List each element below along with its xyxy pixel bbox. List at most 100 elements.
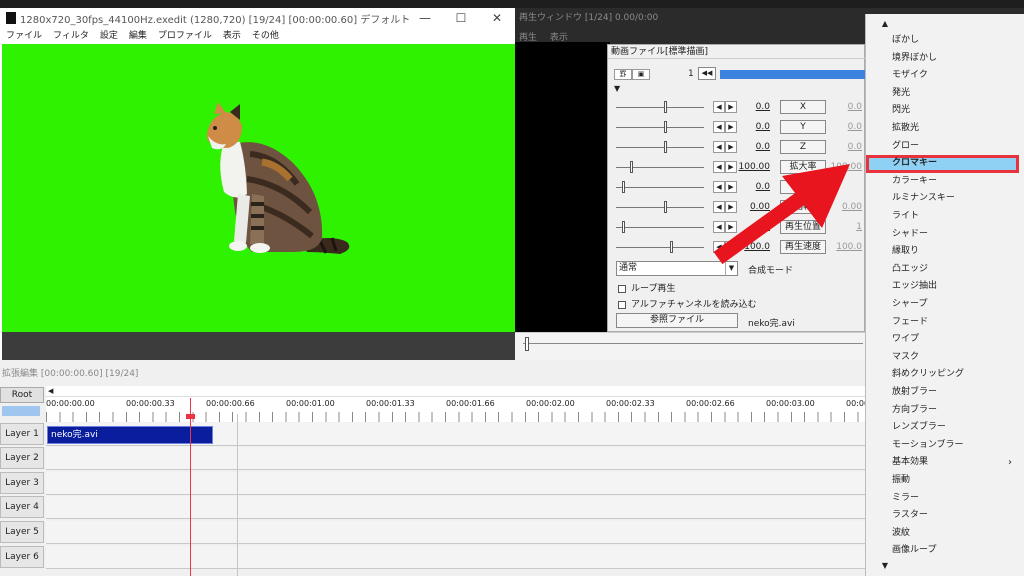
- menu-item-chroma-key[interactable]: クロマキー: [892, 155, 1020, 173]
- layer-track-3[interactable]: [46, 472, 865, 495]
- slider-thumb[interactable]: [622, 181, 625, 193]
- layer-track-6[interactable]: [46, 546, 865, 569]
- layer-track-4[interactable]: [46, 496, 865, 519]
- slider-thumb[interactable]: [622, 221, 625, 233]
- clip-end-line: [237, 414, 238, 576]
- arrow-right-icon[interactable]: ▶: [725, 121, 737, 133]
- param-value[interactable]: 0.0: [738, 102, 770, 112]
- arrow-left-icon[interactable]: ◀: [713, 121, 725, 133]
- frame-number: 1: [688, 69, 694, 79]
- close-button[interactable]: ✕: [479, 8, 515, 28]
- menu-other[interactable]: その他: [252, 28, 279, 43]
- menu-item-shadow[interactable]: シャドー: [892, 226, 1020, 244]
- reference-file-button[interactable]: 参照ファイル: [616, 313, 738, 328]
- menu-item-direction-blur[interactable]: 方向ブラー: [892, 402, 1020, 420]
- menu-item-diagonal-clipping[interactable]: 斜めクリッピング: [892, 366, 1020, 384]
- seek-thumb[interactable]: [525, 337, 529, 351]
- menu-profile[interactable]: プロファイル: [158, 28, 212, 43]
- time-label: 00:00:02.00: [526, 399, 575, 408]
- alpha-checkbox[interactable]: [618, 300, 626, 309]
- menu-item-sharpen[interactable]: シャープ: [892, 296, 1020, 314]
- frame-bar[interactable]: [720, 70, 866, 79]
- menu-item-edge-detect[interactable]: エッジ抽出: [892, 278, 1020, 296]
- scroll-down-icon[interactable]: ▼: [879, 560, 891, 572]
- layer-header-2[interactable]: Layer 2: [0, 447, 44, 469]
- menu-item-basic-effects[interactable]: 基本効果: [892, 454, 1020, 472]
- maximize-button[interactable]: ☐: [443, 8, 479, 28]
- playhead-marker[interactable]: [186, 414, 195, 419]
- param-button-x[interactable]: X: [780, 100, 826, 114]
- props-title: 動画ファイル[標準描画]: [608, 45, 866, 59]
- props-toolbar-button[interactable]: 罫: [614, 69, 632, 80]
- menu-item-mask[interactable]: マスク: [892, 349, 1020, 367]
- rewind-button[interactable]: ◀◀: [698, 67, 716, 80]
- param-button-y[interactable]: Y: [780, 120, 826, 134]
- menu-view[interactable]: 表示: [223, 28, 241, 43]
- menu-item-motion-blur[interactable]: モーションブラー: [892, 437, 1020, 455]
- alpha-checkbox-row[interactable]: アルファチャンネルを読み込む: [618, 297, 757, 310]
- slider-thumb[interactable]: [664, 121, 667, 133]
- time-scale[interactable]: ◀ 00:00:00.00 00:00:00.33 00:00:00.66 00…: [46, 386, 865, 422]
- timeline-window: 拡張編集 [00:00:00.60] [19/24] Root ◀ 00:00:…: [0, 360, 865, 576]
- seekbar[interactable]: [515, 332, 865, 360]
- main-window-title: 1280x720_30fps_44100Hz.exedit (1280,720)…: [20, 14, 411, 26]
- menu-item-diffuse-light[interactable]: 拡散光: [892, 120, 1020, 138]
- props-camera-button[interactable]: ▣: [632, 69, 650, 80]
- layer-track-5[interactable]: [46, 521, 865, 544]
- layer-header-1[interactable]: Layer 1: [0, 423, 44, 445]
- menu-file[interactable]: ファイル: [6, 28, 42, 43]
- main-window: 1280x720_30fps_44100Hz.exedit (1280,720)…: [0, 8, 515, 360]
- menu-item-blur[interactable]: ぼかし: [892, 32, 1020, 50]
- menu-item-light[interactable]: ライト: [892, 208, 1020, 226]
- menu-item-mirror[interactable]: ミラー: [892, 490, 1020, 508]
- slider-track: [616, 227, 704, 228]
- minimize-button[interactable]: —: [407, 8, 443, 28]
- menu-item-fade[interactable]: フェード: [892, 314, 1020, 332]
- expand-icon[interactable]: ▼: [614, 84, 620, 93]
- menu-item-mosaic[interactable]: モザイク: [892, 67, 1020, 85]
- menu-item-luminance-key[interactable]: ルミナンスキー: [892, 190, 1020, 208]
- menu-item-bevel[interactable]: 凸エッジ: [892, 261, 1020, 279]
- slider-thumb[interactable]: [670, 241, 673, 253]
- menu-item-border-blur[interactable]: 境界ぼかし: [892, 50, 1020, 68]
- scroll-up-icon[interactable]: ▲: [879, 18, 891, 30]
- slider-track: [616, 187, 704, 188]
- scroll-left-icon[interactable]: ◀: [48, 387, 53, 395]
- video-clip[interactable]: neko完.avi: [47, 426, 213, 444]
- param-end-value[interactable]: 0.0: [828, 102, 862, 112]
- menu-item-outline[interactable]: 縁取り: [892, 243, 1020, 261]
- root-button[interactable]: Root: [0, 387, 44, 403]
- cat-image: [207, 102, 350, 254]
- slider-thumb[interactable]: [630, 161, 633, 173]
- menu-item-glow[interactable]: グロー: [892, 138, 1020, 156]
- menu-item-vibration[interactable]: 振動: [892, 472, 1020, 490]
- menu-filter[interactable]: フィルタ: [53, 28, 89, 43]
- param-end-value[interactable]: 0.0: [828, 122, 862, 132]
- menu-item-radial-blur[interactable]: 放射ブラー: [892, 384, 1020, 402]
- menu-item-raster[interactable]: ラスター: [892, 507, 1020, 525]
- slider-thumb[interactable]: [664, 201, 667, 213]
- loop-checkbox[interactable]: [618, 284, 626, 293]
- menu-item-lens-blur[interactable]: レンズブラー: [892, 419, 1020, 437]
- menu-edit[interactable]: 編集: [129, 28, 147, 43]
- layer-header-6[interactable]: Layer 6: [0, 546, 44, 568]
- menu-item-flash[interactable]: 閃光: [892, 102, 1020, 120]
- slider-thumb[interactable]: [664, 101, 667, 113]
- menu-item-ripple[interactable]: 波紋: [892, 525, 1020, 543]
- layer-header-4[interactable]: Layer 4: [0, 496, 44, 518]
- arrow-right-icon[interactable]: ▶: [725, 101, 737, 113]
- menu-settings[interactable]: 設定: [100, 28, 118, 43]
- menu-item-glow-light[interactable]: 発光: [892, 85, 1020, 103]
- layer-track-2[interactable]: [46, 447, 865, 470]
- tick-marks: [46, 412, 865, 422]
- menu-item-wipe[interactable]: ワイプ: [892, 331, 1020, 349]
- playhead-line[interactable]: [190, 398, 191, 576]
- menu-item-color-key[interactable]: カラーキー: [892, 173, 1020, 191]
- slider-thumb[interactable]: [664, 141, 667, 153]
- loop-checkbox-row[interactable]: ループ再生: [618, 281, 675, 294]
- arrow-left-icon[interactable]: ◀: [713, 101, 725, 113]
- menu-item-image-loop[interactable]: 画像ループ: [892, 542, 1020, 560]
- layer-header-3[interactable]: Layer 3: [0, 472, 44, 494]
- param-value[interactable]: 0.0: [738, 122, 770, 132]
- layer-header-5[interactable]: Layer 5: [0, 521, 44, 543]
